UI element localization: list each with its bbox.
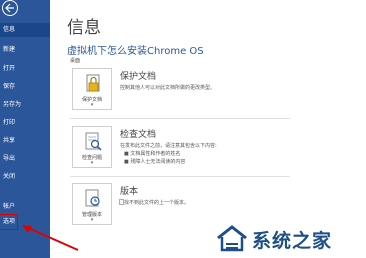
protect-document-description: 控制其他人可以对此文档所做的更改类型。 — [120, 85, 216, 91]
check-for-issues-button[interactable]: 检查问题 ▾ — [72, 126, 112, 168]
sidebar-item-account[interactable]: 帐户 — [0, 200, 50, 214]
chevron-down-icon: ▾ — [90, 217, 94, 223]
inspect-bullet-1: ■ 文档属性和作者的姓名 — [124, 151, 181, 157]
document-small-icon — [119, 199, 124, 205]
watermark-text: 系统之家 — [252, 230, 333, 252]
sidebar-item-new[interactable]: 新建 — [0, 43, 50, 57]
sidebar-item-share[interactable]: 共享 — [0, 134, 50, 148]
inspect-bullet-2: ■ 残障人士无法阅读的内容 — [124, 159, 186, 165]
manage-versions-icon — [85, 189, 100, 207]
lock-document-icon — [86, 74, 100, 92]
versions-title: 版本 — [120, 187, 139, 197]
section-divider — [70, 118, 290, 119]
annotation-arrow — [22, 225, 79, 251]
watermark-logo: 系统之家 — [212, 222, 364, 256]
sidebar-item-open[interactable]: 打开 — [0, 62, 50, 76]
back-button[interactable] — [2, 0, 18, 16]
protect-document-title: 保护文档 — [120, 72, 157, 82]
sidebar-item-save-as[interactable]: 另存为 — [0, 98, 50, 112]
chevron-down-icon: ▾ — [90, 160, 94, 166]
backstage-sidebar: 信息 新建 打开 保存 另存为 打印 共享 导出 关闭 帐户 选项 — [0, 0, 50, 258]
page-title: 信息 — [67, 18, 101, 38]
inspect-document-title: 检查文档 — [120, 130, 157, 140]
sidebar-item-options[interactable]: 选项 — [0, 214, 18, 230]
sidebar-item-export[interactable]: 导出 — [0, 152, 50, 166]
inspect-document-icon — [85, 132, 102, 151]
inspect-document-description: 在发布此文件之前，请注意其包含以下内容: — [120, 143, 217, 149]
sidebar-item-info[interactable]: 信息 — [0, 23, 50, 37]
sidebar-item-save[interactable]: 保存 — [0, 80, 50, 94]
versions-description: 找不到此文件的上一个版本。 — [124, 200, 190, 206]
back-arrow-icon — [5, 3, 14, 13]
manage-versions-button[interactable]: 管理版本 ▾ — [72, 183, 112, 225]
house-logo-icon — [217, 225, 247, 252]
sidebar-item-print[interactable]: 打印 — [0, 116, 50, 130]
document-title: 虚拟机下怎么安装Chrome OS — [67, 46, 204, 57]
document-path[interactable]: 桌面 — [70, 57, 80, 64]
sidebar-item-close[interactable]: 关闭 — [0, 170, 50, 184]
protect-document-button[interactable]: 保护文档 ▾ — [72, 68, 112, 110]
chevron-down-icon: ▾ — [90, 102, 94, 108]
section-divider — [70, 176, 290, 177]
